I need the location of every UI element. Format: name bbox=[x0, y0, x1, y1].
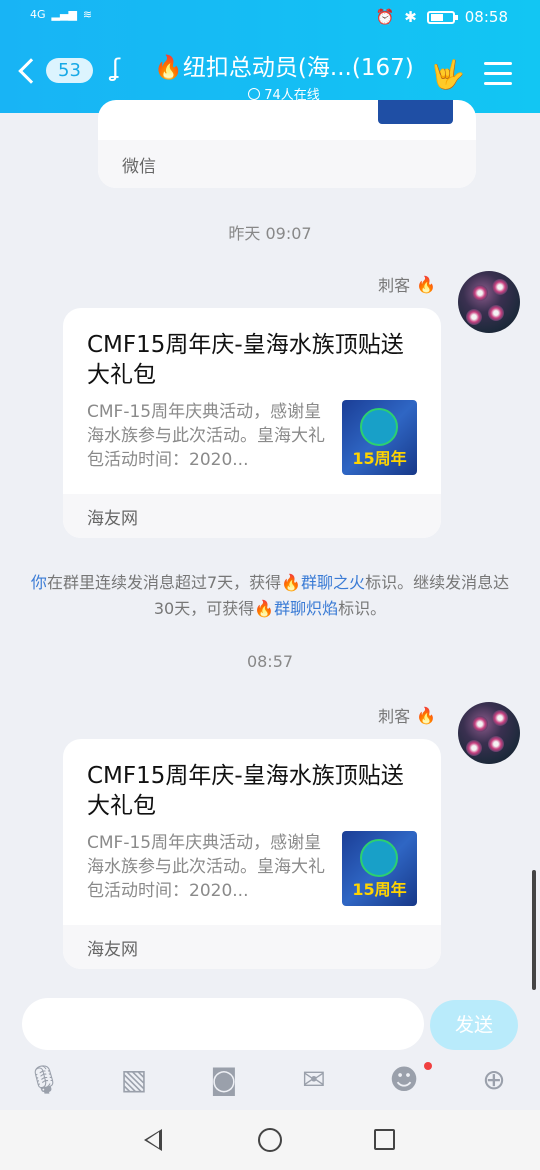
menu-icon[interactable] bbox=[484, 62, 512, 92]
nav-back-icon[interactable] bbox=[144, 1129, 162, 1151]
sender-label: 刺客 bbox=[378, 276, 411, 295]
image-icon[interactable]: ▧ bbox=[116, 1062, 152, 1098]
sender-label: 刺客 bbox=[378, 707, 411, 726]
card-thumbnail bbox=[378, 100, 453, 124]
you-link[interactable]: 你 bbox=[31, 573, 47, 592]
avatar[interactable] bbox=[458, 271, 520, 333]
thumbnail-text: 15周年 bbox=[352, 449, 407, 468]
earpiece-mode-icon[interactable]: ʆ bbox=[112, 54, 120, 82]
card-description: CMF-15周年庆典活动，感谢皇海水族参与此次活动。皇海大礼包活动时间：2020… bbox=[87, 833, 325, 901]
input-bar: 发送 🎙 ▧ ◙ ✉ ☻ ⊕ bbox=[0, 990, 540, 1110]
fish-logo-icon bbox=[360, 408, 398, 446]
badge-link-fire[interactable]: 群聊之火 bbox=[301, 573, 365, 592]
red-packet-icon[interactable]: ✉ bbox=[296, 1062, 332, 1098]
fish-logo-icon bbox=[360, 839, 398, 877]
toolbar: 🎙 ▧ ◙ ✉ ☻ ⊕ bbox=[0, 1062, 540, 1102]
system-nav-bar bbox=[0, 1110, 540, 1170]
group-title: 🔥纽扣总动员(海...(167) bbox=[154, 55, 414, 81]
rock-hand-icon[interactable]: 🤟 bbox=[430, 58, 465, 91]
card-source: 微信 bbox=[98, 140, 476, 188]
chat-header: 4G ▂▄▆ ≋ ⏰ ✱ 08:58 53 ʆ 🔥纽扣总动员(海...(167)… bbox=[0, 0, 540, 113]
avatar[interactable] bbox=[458, 702, 520, 764]
chevron-left-icon bbox=[18, 57, 44, 84]
bluetooth-icon: ✱ bbox=[404, 8, 417, 26]
sender-name: 刺客 🔥 bbox=[378, 272, 436, 296]
network-label: 4G bbox=[30, 8, 46, 21]
status-bar: 4G ▂▄▆ ≋ ⏰ ✱ 08:58 bbox=[0, 0, 540, 38]
timestamp: 昨天 09:07 bbox=[228, 224, 312, 243]
send-button[interactable]: 发送 bbox=[430, 1000, 518, 1050]
card-thumbnail: 15周年 bbox=[342, 400, 417, 475]
back-button[interactable]: 53 bbox=[18, 57, 93, 84]
wifi-icon: ≋ bbox=[82, 8, 93, 21]
system-text: 在群里连续发消息超过7天，获得 bbox=[46, 573, 282, 592]
message-input[interactable] bbox=[22, 998, 424, 1050]
fire-badge-icon: 🔥 bbox=[416, 274, 436, 294]
nav-recents-icon[interactable] bbox=[374, 1129, 395, 1150]
battery-icon bbox=[426, 10, 458, 24]
badge-link-blaze[interactable]: 群聊炽焰 bbox=[274, 599, 338, 618]
card-description: CMF-15周年庆典活动，感谢皇海水族参与此次活动。皇海大礼包活动时间：2020… bbox=[87, 402, 325, 470]
link-card[interactable]: CMF15周年庆-皇海水族顶贴送大礼包 CMF-15周年庆典活动，感谢皇海水族参… bbox=[63, 739, 441, 969]
link-card-partial[interactable]: 微信 bbox=[98, 100, 476, 188]
fire-badge-icon: 🔥 bbox=[416, 705, 436, 725]
signal-icon: ▂▄▆ bbox=[51, 8, 77, 21]
notification-dot bbox=[424, 1062, 432, 1070]
card-source: 海友网 bbox=[63, 925, 441, 969]
fire-icon: 🔥 bbox=[281, 573, 302, 592]
card-thumbnail: 15周年 bbox=[342, 831, 417, 906]
check-circle-icon bbox=[248, 87, 261, 100]
camera-icon[interactable]: ◙ bbox=[206, 1062, 242, 1098]
timestamp: 08:57 bbox=[246, 652, 294, 671]
system-text: 标识。 bbox=[338, 599, 387, 618]
plus-icon[interactable]: ⊕ bbox=[476, 1062, 512, 1098]
card-title: CMF15周年庆-皇海水族顶贴送大礼包 bbox=[87, 763, 404, 819]
scrollbar[interactable] bbox=[532, 870, 536, 990]
mic-icon[interactable]: 🎙 bbox=[26, 1062, 62, 1098]
card-source: 海友网 bbox=[63, 494, 441, 538]
thumbnail-text: 15周年 bbox=[352, 880, 407, 899]
unread-count-badge: 53 bbox=[46, 58, 93, 83]
sender-name: 刺客 🔥 bbox=[378, 703, 436, 727]
system-message: 你在群里连续发消息超过7天，获得🔥群聊之火标识。继续发消息达30天，可获得🔥群聊… bbox=[30, 570, 510, 622]
card-title: CMF15周年庆-皇海水族顶贴送大礼包 bbox=[87, 332, 404, 388]
link-card[interactable]: CMF15周年庆-皇海水族顶贴送大礼包 CMF-15周年庆典活动，感谢皇海水族参… bbox=[63, 308, 441, 538]
alarm-icon: ⏰ bbox=[375, 8, 395, 26]
group-title-area[interactable]: 🔥纽扣总动员(海...(167) 74人在线 bbox=[146, 48, 422, 103]
clock: 08:58 bbox=[464, 8, 508, 26]
nav-home-icon[interactable] bbox=[258, 1128, 282, 1152]
emoji-icon[interactable]: ☻ bbox=[386, 1062, 422, 1098]
flame-icon: 🔥 bbox=[254, 599, 275, 618]
